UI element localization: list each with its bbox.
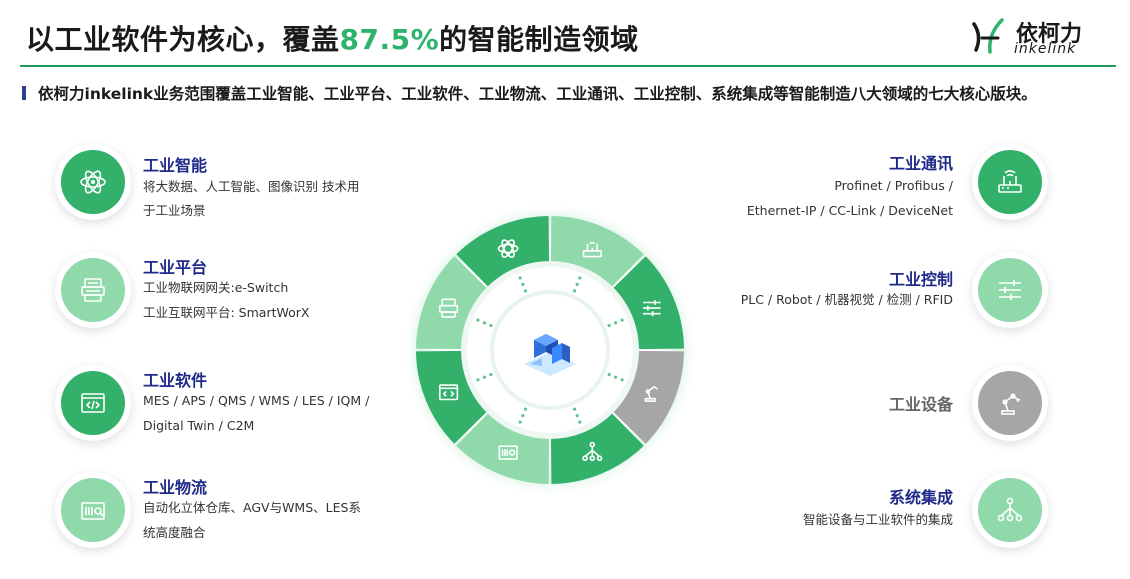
feature-icon-circle: [972, 252, 1048, 328]
feature-title: 工业智能: [143, 156, 208, 175]
ring-sliders-icon: [643, 300, 661, 317]
connector-dot: [482, 375, 487, 379]
connector-dot: [578, 276, 582, 280]
title-suffix: 的智能制造领域: [439, 23, 639, 56]
page-title: 以工业软件为核心，覆盖87.5%的智能制造领域: [26, 18, 639, 58]
connector-dot: [578, 420, 582, 424]
feature-desc-line: 工业互联网平台: SmartWorX: [143, 305, 310, 320]
feature-desc-line: MES / APS / QMS / WMS / LES / IQM /: [143, 393, 370, 408]
feature-title: 工业软件: [143, 371, 208, 390]
subtitle: 依柯力inkelink业务范围覆盖工业智能、工业平台、工业软件、工业物流、工业通…: [38, 85, 1037, 103]
feature-icon-circle: [972, 365, 1048, 441]
feature-desc-line: 将大数据、人工智能、图像识别 技术用: [143, 179, 360, 194]
scan-box-icon: [81, 502, 105, 520]
router-icon: [998, 170, 1022, 193]
feature-icon-circle: [55, 472, 131, 548]
feature-desc-line: 工业物联网网关:e-Switch: [143, 280, 289, 295]
connector-dot: [523, 407, 528, 411]
network-tree-icon: [997, 497, 1023, 522]
connector-dot: [613, 375, 618, 379]
connector-dot: [572, 289, 577, 293]
connector-dot: [607, 323, 611, 328]
feature-icon-circle: [55, 252, 131, 328]
connector-dot: [607, 372, 611, 377]
connector-dot: [523, 289, 528, 293]
feature-title: 系统集成: [888, 488, 953, 507]
connector-dot: [518, 420, 522, 424]
feature-title: 工业控制: [888, 270, 953, 289]
robot-arm-icon: [1001, 393, 1021, 415]
connector-dot: [518, 276, 522, 280]
feature-desc-line: 自动化立体仓库、AGV与WMS、LES系: [143, 500, 361, 515]
code-window-icon: [81, 393, 105, 413]
server-icon: [81, 278, 105, 302]
connector-dot: [476, 378, 480, 382]
connector-dot: [521, 413, 525, 418]
feature-icon-circle: [55, 365, 131, 441]
core-ring-diagram: [402, 202, 698, 498]
header-divider: [20, 65, 1116, 67]
company-logo: 依柯力 inkelink: [968, 14, 1108, 60]
logo-text-en: inkelink: [1014, 41, 1077, 57]
connector-dot: [489, 323, 493, 328]
connector-dot: [489, 372, 493, 377]
connector-dot: [613, 321, 618, 325]
feature-title: 工业平台: [143, 258, 208, 277]
connector-dot: [476, 318, 480, 322]
subtitle-marker: [22, 86, 26, 100]
feature-icon-circle: [972, 144, 1048, 220]
atom-icon: [80, 170, 106, 194]
connector-dot: [572, 407, 577, 411]
feature-icon-circle: [972, 472, 1048, 548]
feature-title: 工业物流: [143, 478, 208, 497]
title-prefix: 以工业软件为核心，覆盖: [26, 23, 340, 56]
feature-desc-line: 于工业场景: [143, 203, 206, 218]
connector-dot: [620, 318, 624, 322]
feature-desc-line: 统高度融合: [143, 525, 206, 540]
connector-dot: [521, 282, 525, 287]
connector-dot: [575, 282, 579, 287]
feature-title: 工业通讯: [888, 154, 953, 173]
connector-dot: [620, 378, 624, 382]
feature-title: 工业设备: [888, 395, 953, 414]
feature-desc-line: 智能设备与工业软件的集成: [802, 512, 953, 527]
connector-dot: [482, 321, 487, 325]
logo-mark-icon: [972, 18, 1004, 54]
feature-icon-circle: [55, 144, 131, 220]
feature-desc-line: Ethernet-IP / CC-Link / DeviceNet: [746, 203, 953, 218]
connector-dot: [575, 413, 579, 418]
feature-desc-line: Digital Twin / C2M: [143, 418, 255, 433]
sliders-icon: [999, 280, 1021, 300]
feature-desc-line: PLC / Robot / 机器视觉 / 检测 / RFID: [740, 292, 953, 307]
feature-desc-line: Profinet / Profibus /: [834, 178, 953, 193]
title-highlight: 87.5%: [339, 23, 440, 56]
